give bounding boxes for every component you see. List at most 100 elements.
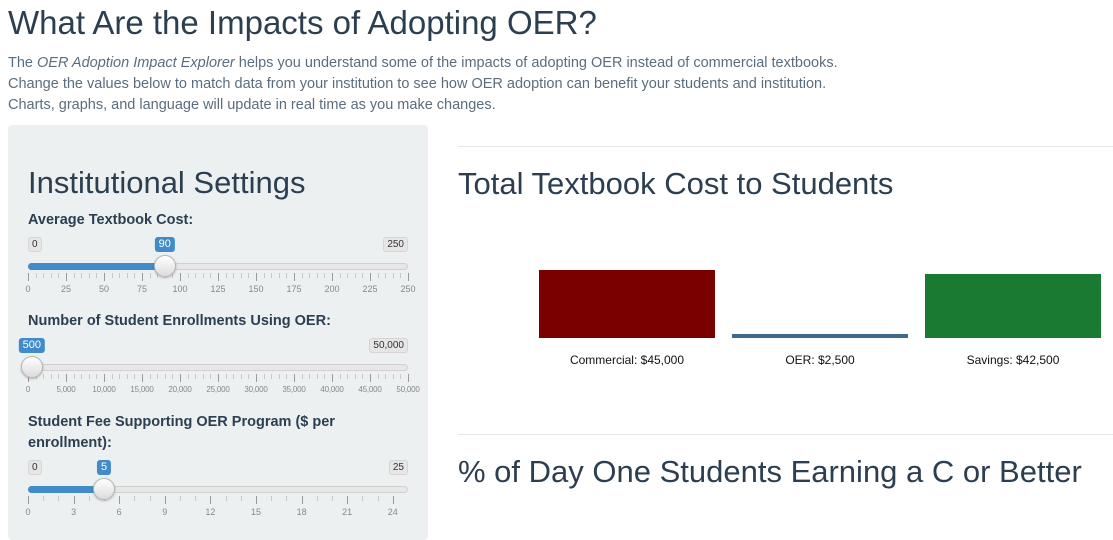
- slider-minor-tick: [202, 374, 204, 379]
- slider-minor-tick: [278, 374, 280, 379]
- slider-minor-tick: [172, 374, 174, 379]
- slider-minor-tick: [240, 374, 242, 379]
- slider-tick-label: 100: [172, 284, 188, 294]
- slider-minor-tick: [73, 374, 75, 379]
- outcomes-section-title: % of Day One Students Earning a C or Bet…: [458, 454, 1082, 489]
- slider-minor-tick: [157, 374, 159, 379]
- textbook-cost-slider[interactable]: 0 250 0 25 50 75 100 125 150 175 200 225 250 90: [25, 237, 416, 307]
- slider-minor-tick: [233, 374, 235, 379]
- slider-minor-tick: [301, 374, 303, 379]
- slider-minor-tick: [377, 496, 379, 501]
- intro-prefix: The: [8, 55, 38, 71]
- slider-tick-label: 0: [25, 507, 31, 517]
- slider-minor-tick: [347, 374, 349, 379]
- intro-line-1-text: helps you understand some of the impacts…: [234, 55, 838, 71]
- slider-tick-label: 50,000: [396, 385, 420, 394]
- slider-tick: [66, 374, 67, 382]
- intro-text: The OER Adoption Impact Explorer helps y…: [8, 53, 838, 116]
- slider-minor-tick: [88, 374, 90, 379]
- slider-minor-tick: [195, 273, 197, 278]
- slider-minor-tick: [210, 374, 212, 379]
- slider-tick: [180, 374, 181, 382]
- intro-line-3: Charts, graphs, and language will update…: [8, 97, 496, 113]
- slider-tick-label: 6: [116, 507, 122, 517]
- slider-track[interactable]: [28, 364, 408, 371]
- slider-tick: [180, 273, 181, 281]
- slider-minor-tick: [187, 374, 189, 379]
- slider-minor-tick: [385, 374, 387, 379]
- slider-minor-tick: [309, 374, 311, 379]
- slider-minor-tick: [324, 374, 326, 379]
- chart-bar-label: Savings: $42,500: [966, 353, 1060, 367]
- slider-tick: [392, 496, 394, 504]
- slider-tick-label: 24: [387, 507, 398, 517]
- slider-minor-tick: [134, 496, 136, 501]
- slider-minor-tick: [316, 374, 318, 379]
- slider-tick: [119, 496, 121, 504]
- slider-tick: [294, 374, 295, 382]
- slider-tick: [332, 273, 333, 281]
- slider-minor-tick: [81, 273, 83, 278]
- slider-minor-tick: [50, 374, 52, 379]
- slider-minor-tick: [339, 273, 341, 278]
- slider-minor-tick: [88, 496, 90, 501]
- slider-tick: [28, 273, 29, 281]
- slider-minor-tick: [400, 273, 402, 278]
- slider-tick: [66, 273, 67, 281]
- slider-minor-tick: [210, 273, 212, 278]
- slider-tick-label: 175: [286, 284, 302, 294]
- slider-minor-tick: [202, 273, 204, 278]
- slider-tick: [256, 374, 257, 382]
- slider-minor-tick: [233, 273, 235, 278]
- slider-tick: [28, 496, 29, 504]
- intro-line-2: Change the values below to match data fr…: [8, 76, 827, 92]
- slider-tick-label: 21: [342, 507, 353, 517]
- slider-tick-label: 3: [71, 507, 77, 517]
- slider-tick: [104, 273, 105, 281]
- enrollments-slider[interactable]: 050,00005,00010,00015,00020,00025,00030,…: [18, 338, 420, 408]
- slider-minor-tick: [126, 374, 128, 379]
- slider-tick: [408, 374, 409, 382]
- slider-minor-tick: [286, 374, 288, 379]
- slider-minor-tick: [392, 374, 394, 379]
- slider-minor-tick: [377, 374, 379, 379]
- sidebar-title: Institutional Settings: [28, 165, 306, 200]
- slider-minor-tick: [81, 374, 83, 379]
- slider-minor-tick: [43, 374, 45, 379]
- slider-minor-tick: [248, 273, 250, 278]
- slider-handle[interactable]: [153, 255, 176, 277]
- slider-minor-tick: [225, 374, 227, 379]
- slider-tick: [256, 496, 257, 504]
- slider-value-label: 90: [154, 237, 175, 252]
- slider-max-label: 250: [383, 237, 408, 252]
- student-fee-slider[interactable]: 0 25 0 3 6 9 12 15 18 21 24 5: [25, 460, 408, 530]
- slider-minor-tick: [50, 273, 52, 278]
- intro-line-1: The OER Adoption Impact Explorer helps y…: [8, 53, 838, 74]
- slider-tick: [73, 496, 75, 504]
- slider-minor-tick: [362, 273, 364, 278]
- slider-minor-tick: [362, 496, 364, 501]
- slider-minor-tick: [263, 273, 265, 278]
- slider-tick: [210, 496, 212, 504]
- slider-minor-tick: [332, 496, 333, 501]
- slider-minor-tick: [111, 273, 113, 278]
- slider-minor-tick: [271, 273, 273, 278]
- slider-minor-tick: [195, 496, 197, 501]
- slider-tick: [164, 496, 166, 504]
- settings-sidebar: Institutional Settings Average Textbook …: [8, 125, 428, 540]
- slider-minor-tick: [187, 273, 189, 278]
- slider-minor-tick: [286, 496, 288, 501]
- slider-handle[interactable]: [93, 478, 115, 500]
- slider-tick-label: 45,000: [358, 385, 382, 394]
- slider-tick-label: 250: [400, 284, 416, 294]
- slider-minor-tick: [180, 496, 181, 501]
- slider-tick: [256, 273, 257, 281]
- chart-bar: [925, 273, 1101, 338]
- slider-min-label: 0: [28, 460, 42, 475]
- slider-tick-label: 0: [25, 385, 31, 394]
- slider-tick-label: 125: [210, 284, 226, 294]
- slider-handle[interactable]: [20, 356, 43, 378]
- slider-minor-tick: [58, 496, 60, 501]
- slider-tick-label: 225: [362, 284, 378, 294]
- slider-minor-tick: [149, 496, 151, 501]
